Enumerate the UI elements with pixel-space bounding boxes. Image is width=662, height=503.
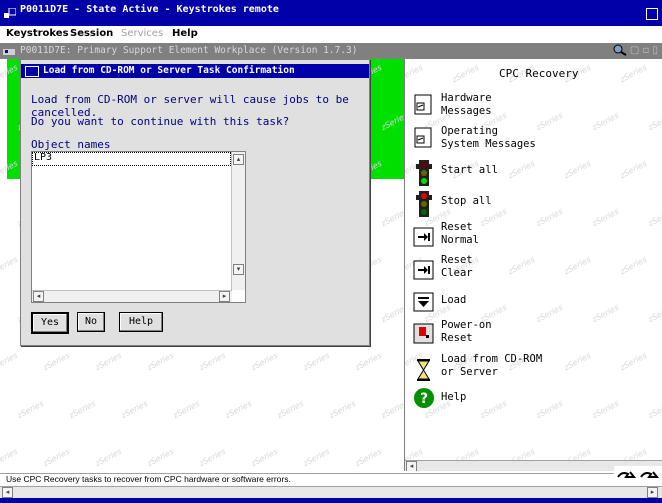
listbox-vertical-scrollbar[interactable]: ▴ ▾ <box>231 152 245 290</box>
scroll-left-arrow-icon[interactable]: ◂ <box>2 487 13 498</box>
os-messages-icon <box>414 127 432 148</box>
menu-services: Services <box>121 28 164 39</box>
window-title: P0011D7E - State Active - Keystrokes rem… <box>20 4 279 15</box>
no-button[interactable]: No <box>77 312 105 332</box>
dialog-system-menu-icon[interactable] <box>25 66 39 77</box>
status-text: Use CPC Recovery tasks to recover from C… <box>6 474 291 484</box>
hardware-messages-icon <box>414 94 432 115</box>
menu-bar: Keystrokes Session Services Help <box>0 26 662 43</box>
status-bar: Use CPC Recovery tasks to recover from C… <box>0 473 662 487</box>
power-on-reset-icon <box>413 323 434 344</box>
scroll-right-arrow-icon[interactable]: ▸ <box>647 487 658 498</box>
task-label: Normal <box>441 234 479 246</box>
dialog-title: Load from CD-ROM or Server Task Confirma… <box>43 65 295 76</box>
watermark-text: zSeries <box>618 350 649 373</box>
workplace-title-bar: P0011D7E: Primary Support Element Workpl… <box>0 43 662 59</box>
listbox-horizontal-scrollbar[interactable]: ◂ ▸ <box>32 290 232 302</box>
task-reset-clear[interactable]: Reset Clear <box>413 254 613 288</box>
workplace-title: P0011D7E: Primary Support Element Workpl… <box>20 45 358 56</box>
menu-session[interactable]: Session <box>70 28 113 39</box>
scroll-left-arrow-icon[interactable]: ◂ <box>33 291 44 302</box>
task-label: Help <box>441 391 467 403</box>
task-label: Load from CD-ROM <box>441 353 543 365</box>
task-label: Hardware <box>441 92 492 104</box>
task-label: Messages <box>441 105 492 117</box>
task-label: Stop all <box>441 195 492 207</box>
scroll-up-arrow-icon[interactable]: ▴ <box>233 154 244 165</box>
watermark-text: zSeries <box>646 398 662 421</box>
watermark-text: zSeries <box>618 158 649 181</box>
session-link-icon[interactable] <box>616 470 638 484</box>
load-icon <box>413 292 434 312</box>
panel-title: CPC Recovery <box>499 67 579 80</box>
menu-keystrokes[interactable]: Keystrokes <box>6 28 69 39</box>
task-confirmation-dialog: Load from CD-ROM or Server Task Confirma… <box>20 59 370 346</box>
window-title-bar: P0011D7E - State Active - Keystrokes rem… <box>0 0 662 26</box>
status-icons <box>614 466 662 486</box>
watermark-text: zSeries <box>618 62 649 85</box>
watermark-text: zSeries <box>405 62 425 85</box>
dialog-question: Do you want to continue with this task? <box>31 115 290 128</box>
watermark-text: zSeries <box>646 110 662 133</box>
cpc-recovery-panel: zSeries zSeries zSeries zSeries zSeries zSeri… <box>404 59 662 471</box>
traffic-light-red-icon <box>416 191 432 217</box>
task-start-all[interactable]: Start all <box>413 160 613 194</box>
svg-text:?: ? <box>420 391 428 407</box>
yes-button[interactable]: Yes <box>31 312 69 334</box>
task-reset-normal[interactable]: Reset Normal <box>413 221 613 255</box>
traffic-light-green-icon <box>416 160 432 186</box>
help-icon: ? <box>414 388 434 408</box>
task-label: Reset <box>441 221 473 233</box>
task-label: Reset <box>441 332 473 344</box>
task-label: System Messages <box>441 138 536 150</box>
list-item-focus <box>32 152 231 166</box>
scroll-down-arrow-icon[interactable]: ▾ <box>233 264 244 275</box>
task-label: Power-on <box>441 319 492 331</box>
list-item[interactable]: LP3 <box>34 152 52 163</box>
watermark-text: zSeries <box>618 254 649 277</box>
session-link-icon[interactable] <box>639 470 661 484</box>
object-names-label: Object names <box>31 138 111 151</box>
scroll-left-arrow-icon[interactable]: ◂ <box>406 461 417 471</box>
task-load-from-cdrom[interactable]: Load from CD-ROM or Server <box>413 353 613 387</box>
task-label: Operating <box>441 125 498 137</box>
task-operating-system-messages[interactable]: Operating System Messages <box>413 125 613 159</box>
scroll-right-arrow-icon[interactable]: ▸ <box>219 291 230 302</box>
menu-help[interactable]: Help <box>172 28 198 39</box>
reset-clear-icon <box>413 260 434 280</box>
window-restore-button[interactable] <box>646 8 658 20</box>
task-label: Start all <box>441 164 498 176</box>
workplace-window-controls[interactable]: ▢ ▫ ▯ <box>613 44 658 56</box>
dialog-title-bar: Load from CD-ROM or Server Task Confirma… <box>21 64 369 78</box>
reset-normal-icon <box>413 227 434 247</box>
task-help[interactable]: ? Help <box>413 387 613 421</box>
task-label: Load <box>441 294 467 306</box>
taskbar-strip <box>0 498 662 503</box>
task-label: Reset <box>441 254 473 266</box>
hourglass-icon <box>417 359 430 381</box>
window-system-icon[interactable] <box>4 8 16 20</box>
task-label: or Server <box>441 366 498 378</box>
task-stop-all[interactable]: Stop all <box>413 191 613 225</box>
task-label: Clear <box>441 267 473 279</box>
object-names-listbox[interactable]: LP3 ▴ ▾ ◂ ▸ <box>31 151 246 303</box>
watermark-text: zSeries <box>646 302 662 325</box>
watermark-text: zSeries <box>450 62 481 85</box>
help-button[interactable]: Help <box>119 312 163 332</box>
task-hardware-messages[interactable]: Hardware Messages <box>413 92 613 126</box>
workplace-system-icon[interactable] <box>3 47 15 56</box>
watermark-text: zSeries <box>646 206 662 229</box>
search-icon[interactable] <box>613 44 627 56</box>
task-power-on-reset[interactable]: Power-on Reset <box>413 319 613 353</box>
